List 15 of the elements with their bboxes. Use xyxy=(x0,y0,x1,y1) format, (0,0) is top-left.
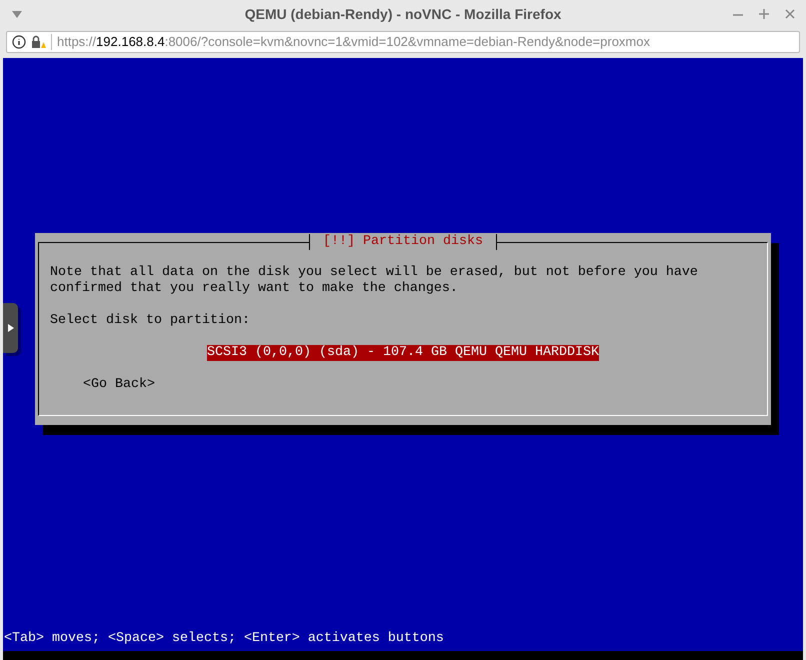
lock-warning-icon[interactable] xyxy=(31,35,46,49)
status-line: <Tab> moves; <Space> selects; <Enter> activates buttons xyxy=(3,631,445,648)
info-icon[interactable] xyxy=(12,35,26,49)
message-text: Note that all data on the disk you select will be erased, but not before you have confirmed that you really want to make the changes. xyxy=(50,265,699,297)
address-bar[interactable]: https://192.168.8.4:8006/?console=kvm&novnc=1&vmid=102&vmname=debian-Rendy&node=proxmox xyxy=(6,31,800,53)
sidebar-handle[interactable] xyxy=(3,303,18,353)
expand-arrow-icon[interactable] xyxy=(8,324,14,332)
maximize-icon[interactable] xyxy=(758,6,770,22)
disk-item[interactable]: SCSI3 (0,0,0) (sda) - 107.4 GB QEMU QEMU HARDDISK xyxy=(207,345,599,361)
go-back-button[interactable]: <Go Back> xyxy=(83,377,155,392)
menu-caret-icon[interactable] xyxy=(12,11,22,18)
url-text: https://192.168.8.4:8006/?console=kvm&novnc=1&vmid=102&vmname=debian-Rendy&node=proxmox xyxy=(57,33,650,52)
window-title: QEMU (debian-Rendy) - noVNC - Mozilla Firefox xyxy=(244,5,562,24)
prompt-text: Select disk to partition: xyxy=(50,313,251,329)
dialog-title: [!!] Partition disks xyxy=(309,234,497,250)
